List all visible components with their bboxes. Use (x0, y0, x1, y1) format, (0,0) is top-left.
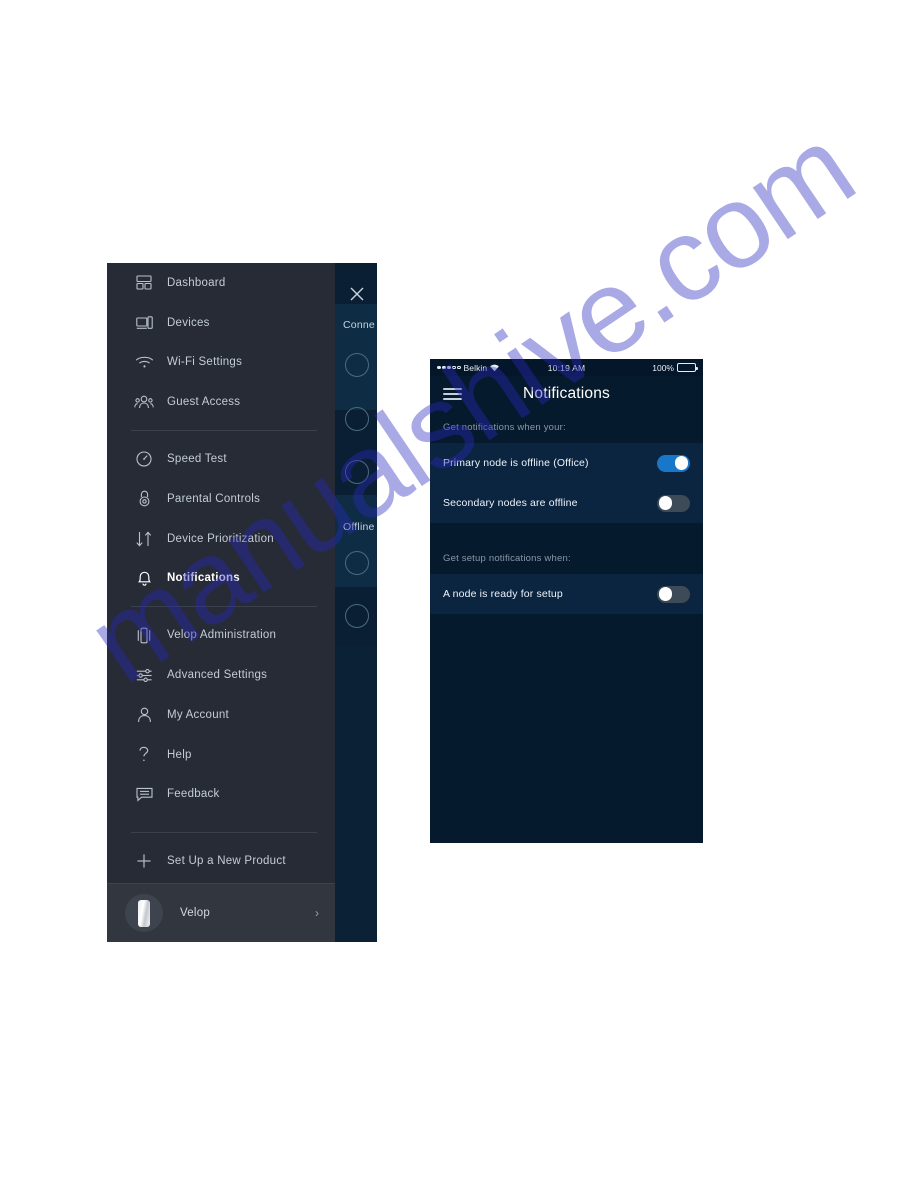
sidebar-item-feedback[interactable]: Feedback (107, 775, 335, 815)
plus-icon (131, 850, 157, 872)
page-title: Notifications (522, 385, 611, 402)
sidebar-item-parental-controls[interactable]: Parental Controls (107, 479, 335, 519)
preference-row-primary-node-offline[interactable]: Primary node is offline (Office) (430, 443, 703, 483)
lock-icon (131, 488, 157, 510)
sliders-icon (131, 664, 157, 686)
chevron-right-icon: › (315, 906, 319, 920)
sidebar-item-label: My Account (167, 708, 229, 721)
up-down-arrows-icon (131, 528, 157, 550)
section-header-notifications: Get notifications when your: (430, 412, 703, 443)
nav-bar: Notifications (430, 376, 703, 412)
drawer-menu-list: Dashboard Devices Wi-Fi Settings Guest A… (107, 263, 335, 883)
sidebar-item-label: Set Up a New Product (167, 855, 286, 868)
status-bar: Belkin 10:19 AM 100% (430, 359, 703, 376)
menu-divider (131, 832, 317, 834)
sidebar-item-label: Speed Test (167, 453, 227, 466)
drawer-footer-label: Velop (180, 907, 211, 919)
menu-divider (131, 430, 317, 432)
sidebar-item-label: Device Prioritization (167, 532, 274, 545)
device-circle[interactable] (345, 460, 369, 484)
sidebar-item-help[interactable]: Help (107, 735, 335, 775)
preference-row-secondary-nodes-offline[interactable]: Secondary nodes are offline (430, 483, 703, 523)
guest-access-icon (131, 391, 157, 413)
sidebar-item-guest-access[interactable]: Guest Access (107, 382, 335, 422)
preference-label: A node is ready for setup (443, 588, 563, 600)
toggle-secondary-nodes-offline[interactable] (657, 494, 690, 512)
section-header-setup: Get setup notifications when: (430, 543, 703, 574)
sidebar-item-label: Notifications (167, 572, 240, 585)
sidebar-item-notifications[interactable]: Notifications (107, 559, 335, 599)
menu-divider (131, 606, 317, 608)
drawer-footer-velop[interactable]: Velop › (107, 883, 335, 942)
sidebar-item-label: Velop Administration (167, 629, 277, 642)
preference-label: Primary node is offline (Office) (443, 457, 589, 469)
sidebar-item-advanced-settings[interactable]: Advanced Settings (107, 655, 335, 695)
empty-content-area (430, 614, 703, 843)
sidebar-item-velop-administration[interactable]: Velop Administration (107, 615, 335, 655)
sidebar-item-set-up-a-new-product[interactable]: Set Up a New Product (107, 841, 335, 881)
toggle-knob (658, 587, 673, 601)
notifications-screenshot: Belkin 10:19 AM 100% Notifications Get n… (430, 359, 703, 843)
offline-section-label: Offline (343, 521, 375, 533)
sidebar-item-label: Wi-Fi Settings (167, 356, 243, 369)
hamburger-icon[interactable] (443, 387, 462, 401)
menu-spacer (107, 814, 335, 824)
toggle-knob (674, 456, 689, 470)
device-circle[interactable] (345, 604, 369, 628)
device-circle[interactable] (345, 551, 369, 575)
devices-icon (131, 312, 157, 334)
sidebar-item-label: Feedback (167, 788, 220, 801)
sidebar-item-speed-test[interactable]: Speed Test (107, 439, 335, 479)
background-filler (335, 647, 377, 942)
node-icon (131, 624, 157, 646)
sidebar-item-label: Dashboard (167, 276, 226, 289)
bell-icon (131, 567, 157, 589)
sidebar-item-label: Help (167, 748, 192, 761)
sidebar-item-device-prioritization[interactable]: Device Prioritization (107, 519, 335, 559)
toggle-primary-node-offline[interactable] (657, 454, 690, 472)
chat-bubble-icon (131, 783, 157, 805)
connected-section-label: Conne (343, 319, 375, 331)
sidebar-item-devices[interactable]: Devices (107, 303, 335, 343)
sidebar-item-wifi-settings[interactable]: Wi-Fi Settings (107, 343, 335, 383)
sidebar-item-my-account[interactable]: My Account (107, 695, 335, 735)
toggle-knob (658, 496, 673, 510)
speedometer-icon (131, 448, 157, 470)
toggle-node-ready-for-setup[interactable] (657, 585, 690, 603)
device-circle[interactable] (345, 353, 369, 377)
battery-icon (677, 363, 698, 372)
close-icon[interactable] (348, 285, 370, 307)
sidebar-item-label: Devices (167, 316, 210, 329)
preference-label: Secondary nodes are offline (443, 497, 578, 509)
sidebar-item-label: Parental Controls (167, 492, 261, 505)
sidebar-item-dashboard[interactable]: Dashboard (107, 263, 335, 303)
preference-row-node-ready-for-setup[interactable]: A node is ready for setup (430, 574, 703, 614)
dashboard-icon (131, 272, 157, 294)
device-circle[interactable] (345, 407, 369, 431)
wifi-icon (131, 351, 157, 373)
avatar (125, 894, 163, 932)
app-drawer-screenshot: Conne Offline Dashboard Devices Wi-Fi Se… (107, 263, 377, 942)
sidebar-item-label: Advanced Settings (167, 669, 268, 682)
question-mark-icon (131, 744, 157, 766)
section-spacer (430, 523, 703, 543)
status-bar-right: 100% (652, 362, 698, 373)
navigation-drawer: Dashboard Devices Wi-Fi Settings Guest A… (107, 263, 335, 942)
person-icon (131, 704, 157, 726)
sidebar-item-label: Guest Access (167, 396, 241, 409)
battery-percent-label: 100% (652, 362, 674, 373)
velop-node-icon (138, 899, 150, 927)
